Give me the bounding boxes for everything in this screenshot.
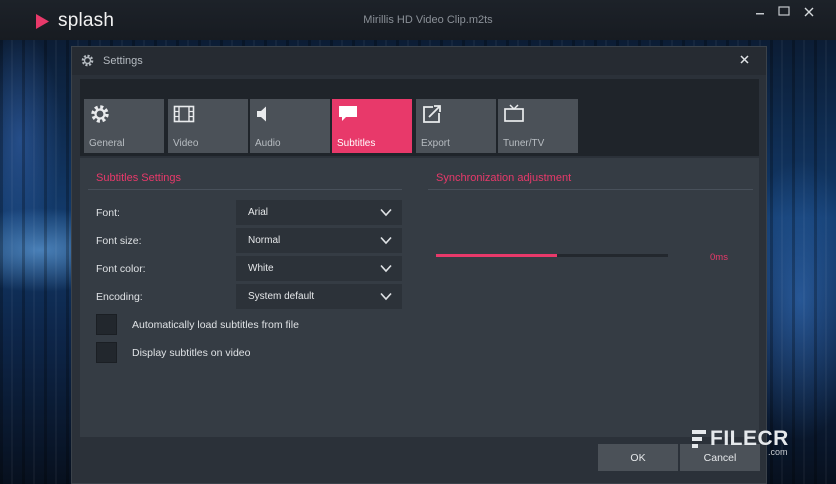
sync-slider[interactable] xyxy=(436,254,668,257)
chevron-down-icon xyxy=(380,264,392,273)
speech-bubble-icon xyxy=(339,106,357,121)
tab-tuner-tv[interactable]: Tuner/TV xyxy=(498,99,578,153)
tab-label: General xyxy=(89,138,125,149)
tab-audio[interactable]: Audio xyxy=(250,99,330,153)
font-size-select[interactable]: Normal xyxy=(236,228,402,253)
font-color-select[interactable]: White xyxy=(236,256,402,281)
font-label: Font: xyxy=(96,207,120,219)
subtitles-panel: Subtitles Settings Synchronization adjus… xyxy=(80,158,759,437)
chevron-down-icon xyxy=(380,236,392,245)
dialog-title: Settings xyxy=(103,55,143,67)
app-close-button[interactable] xyxy=(796,4,822,20)
settings-tabs: General Video Audio Subtitles Export Tun… xyxy=(80,79,759,156)
encoding-select[interactable]: System default xyxy=(236,284,402,309)
watermark-sub: .com xyxy=(768,447,788,457)
sync-slider-fill xyxy=(436,254,557,257)
file-title: Mirillis HD Video Clip.m2ts xyxy=(363,14,493,26)
settings-dialog: Settings General Video Audio Subtitles E… xyxy=(71,46,767,484)
app-titlebar: splash Mirillis HD Video Clip.m2ts xyxy=(0,0,836,40)
chevron-down-icon xyxy=(380,292,392,301)
font-color-value: White xyxy=(248,263,274,274)
font-size-value: Normal xyxy=(248,235,281,246)
gear-icon xyxy=(81,54,94,67)
font-select[interactable]: Arial xyxy=(236,200,402,225)
tab-label: Audio xyxy=(255,138,281,149)
auto-load-subtitles-label: Automatically load subtitles from file xyxy=(132,319,299,331)
chevron-down-icon xyxy=(380,208,392,217)
tv-icon xyxy=(504,104,524,122)
tab-export[interactable]: Export xyxy=(416,99,496,153)
dialog-close-button[interactable] xyxy=(736,51,752,67)
maximize-icon xyxy=(778,6,790,16)
subtitles-settings-title: Subtitles Settings xyxy=(96,172,181,184)
filecr-watermark: FILECR .com xyxy=(690,426,800,460)
divider xyxy=(88,189,402,190)
gear-icon xyxy=(91,105,109,123)
encoding-label: Encoding: xyxy=(96,291,143,303)
export-icon xyxy=(423,105,441,123)
font-color-label: Font color: xyxy=(96,263,146,275)
window-controls xyxy=(748,4,822,20)
speaker-icon xyxy=(257,106,266,122)
tab-subtitles[interactable]: Subtitles xyxy=(332,99,412,153)
sync-adjustment-title: Synchronization adjustment xyxy=(436,172,572,184)
ok-button[interactable]: OK xyxy=(598,444,678,471)
dialog-titlebar: Settings xyxy=(72,47,766,75)
tab-general[interactable]: General xyxy=(84,99,164,153)
display-subtitles-checkbox[interactable] xyxy=(96,342,117,363)
minimize-button[interactable] xyxy=(748,4,772,18)
close-icon xyxy=(739,54,749,64)
tab-label: Tuner/TV xyxy=(503,138,545,149)
font-size-label: Font size: xyxy=(96,235,142,247)
tab-video[interactable]: Video xyxy=(168,99,248,153)
display-subtitles-label: Display subtitles on video xyxy=(132,347,251,359)
encoding-value: System default xyxy=(248,291,315,302)
divider xyxy=(428,189,753,190)
minimize-icon xyxy=(756,13,764,15)
tab-label: Video xyxy=(173,138,199,149)
auto-load-subtitles-checkbox[interactable] xyxy=(96,314,117,335)
maximize-button[interactable] xyxy=(772,4,796,18)
filecr-logo-icon xyxy=(692,430,706,448)
close-icon xyxy=(804,7,814,17)
film-icon xyxy=(173,105,195,123)
tab-label: Export xyxy=(421,138,450,149)
font-value: Arial xyxy=(248,207,269,218)
sync-value: 0ms xyxy=(710,252,728,263)
tab-label: Subtitles xyxy=(337,138,376,149)
